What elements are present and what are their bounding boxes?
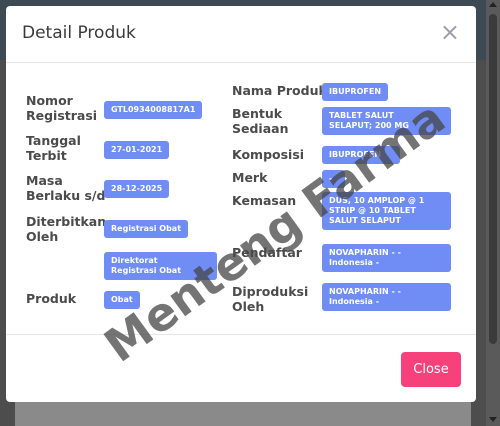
value-kemasan: DUS, 10 AMPLOP @ 1 STRIP @ 10 TABLET SAL… bbox=[322, 192, 451, 230]
page-scrollbar[interactable] bbox=[486, 0, 500, 426]
label-diterbitkan-oleh: Diterbitkan Oleh bbox=[26, 214, 107, 244]
value-diproduksi-oleh: NOVAPHARIN - - Indonesia - bbox=[322, 283, 451, 311]
value-komposisi: IBUPROFEN bbox=[322, 146, 400, 164]
value-pendaftar: NOVAPHARIN - - Indonesia - bbox=[322, 244, 451, 272]
label-produk: Produk bbox=[26, 291, 77, 306]
label-masa-berlaku: Masa Berlaku s/d bbox=[26, 173, 106, 203]
value-merk: - bbox=[322, 170, 345, 188]
label-kemasan: Kemasan bbox=[232, 193, 297, 208]
product-detail-modal: Detail Produk × Nomor Registrasi GTL0934… bbox=[6, 6, 476, 402]
close-icon[interactable]: × bbox=[440, 20, 460, 44]
label-pendaftar: Pendaftar bbox=[232, 245, 302, 260]
label-diproduksi-oleh: Diproduksi Oleh bbox=[232, 284, 309, 314]
label-nomor-registrasi: Nomor Registrasi bbox=[26, 93, 98, 123]
value-bentuk-sediaan: TABLET SALUT SELAPUT; 200 MG bbox=[322, 107, 451, 135]
value-diterbitkan-1: Registrasi Obat bbox=[104, 220, 189, 238]
label-tanggal-terbit: Tanggal Terbit bbox=[26, 133, 81, 163]
scroll-thumb[interactable] bbox=[489, 14, 497, 344]
value-nomor-registrasi: GTL0934008817A1 bbox=[104, 101, 203, 119]
modal-title: Detail Produk bbox=[22, 23, 136, 43]
value-produk: Obat bbox=[104, 291, 140, 309]
backdrop-card bbox=[15, 400, 471, 426]
footer-divider bbox=[6, 334, 476, 335]
value-nama-produk: IBUPROFEN bbox=[322, 83, 389, 101]
label-bentuk-sediaan: Bentuk Sediaan bbox=[232, 106, 289, 136]
label-nama-produk: Nama Produk bbox=[232, 83, 327, 98]
modal-header: Detail Produk × bbox=[6, 6, 476, 63]
scroll-down-icon[interactable] bbox=[489, 417, 497, 422]
value-tanggal-terbit: 27-01-2021 bbox=[104, 141, 170, 159]
close-button[interactable]: Close bbox=[401, 352, 461, 387]
label-merk: Merk bbox=[232, 170, 268, 185]
value-masa-berlaku: 28-12-2025 bbox=[104, 180, 170, 198]
label-komposisi: Komposisi bbox=[232, 147, 305, 162]
value-diterbitkan-2: Direktorat Registrasi Obat bbox=[104, 252, 217, 280]
scroll-up-icon[interactable] bbox=[489, 2, 497, 7]
